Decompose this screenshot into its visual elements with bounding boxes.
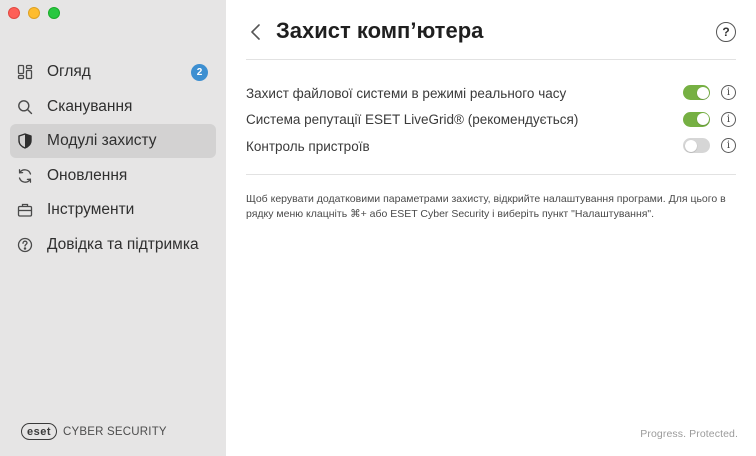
sidebar-item-label: Інструменти [47,201,135,218]
toggle-knob [696,86,709,99]
sidebar-item-update[interactable]: Оновлення [10,159,216,193]
help-circle-icon [16,236,34,254]
setting-row-device-control: Контроль пристроїв i [246,133,736,160]
sidebar-item-scan[interactable]: Сканування [10,90,216,124]
sidebar-item-protection-modules[interactable]: Модулі захисту [10,124,216,158]
sidebar-item-label: Огляд [47,63,91,80]
setting-row-livegrid: Система репутації ESET LiveGrid® (рекоме… [246,107,736,134]
sidebar-item-label: Довідка та підтримка [47,235,199,253]
help-button[interactable]: ? [716,22,736,42]
realtime-protection-toggle[interactable] [683,85,710,100]
close-window-button[interactable] [8,7,20,19]
device-control-toggle[interactable] [683,138,710,153]
settings-divider [246,174,736,175]
overview-icon [16,63,34,81]
main-content [226,0,756,456]
setting-label: Контроль пристроїв [246,138,370,154]
sidebar-item-label: Сканування [47,97,133,115]
toolbox-icon [16,201,34,219]
app-window: Огляд 2 Сканування Модулі захисту Оновле… [0,0,756,456]
sidebar-item-label: Оновлення [47,166,128,184]
search-icon [16,98,34,116]
info-icon[interactable]: i [721,85,736,100]
back-button[interactable] [248,22,262,42]
header-divider [246,59,736,60]
livegrid-toggle[interactable] [683,111,710,127]
chevron-left-icon [251,24,260,40]
page-title: Захист комп’ютера [276,18,484,43]
sidebar-item-label: Модулі захисту [47,132,157,149]
maximize-window-button[interactable] [48,7,60,19]
refresh-icon [16,167,34,185]
sidebar-nav: Огляд 2 Сканування Модулі захисту Оновле… [10,55,216,262]
sidebar-item-overview[interactable]: Огляд 2 [10,55,216,89]
sidebar-item-tools[interactable]: Інструменти [10,193,216,227]
notification-badge: 2 [191,64,208,81]
setting-label: Система репутації ESET LiveGrid® (рекоме… [246,112,579,128]
protection-settings-list: Захист файлової системи в режимі реально… [246,80,736,160]
sidebar-item-help-support[interactable]: Довідка та підтримка [10,228,216,262]
setting-row-realtime-fs-protection: Захист файлової системи в режимі реально… [246,80,736,107]
advanced-settings-note: Щоб керувати додатковими параметрами зах… [246,193,726,220]
window-controls [8,7,60,19]
info-icon[interactable]: i [721,111,736,127]
shield-icon [16,132,34,150]
brand-logo: eset CYBER SECURITY [21,423,167,440]
toggle-knob [684,139,697,152]
footer-tagline: Progress. Protected. [640,428,738,440]
info-icon[interactable]: i [721,138,736,153]
setting-label: Захист файлової системи в режимі реально… [246,85,567,101]
product-name: CYBER SECURITY [63,425,167,438]
eset-logo: eset [21,423,58,440]
minimize-window-button[interactable] [28,7,40,19]
sidebar: Огляд 2 Сканування Модулі захисту Оновле… [0,0,226,456]
toggle-knob [696,113,709,125]
